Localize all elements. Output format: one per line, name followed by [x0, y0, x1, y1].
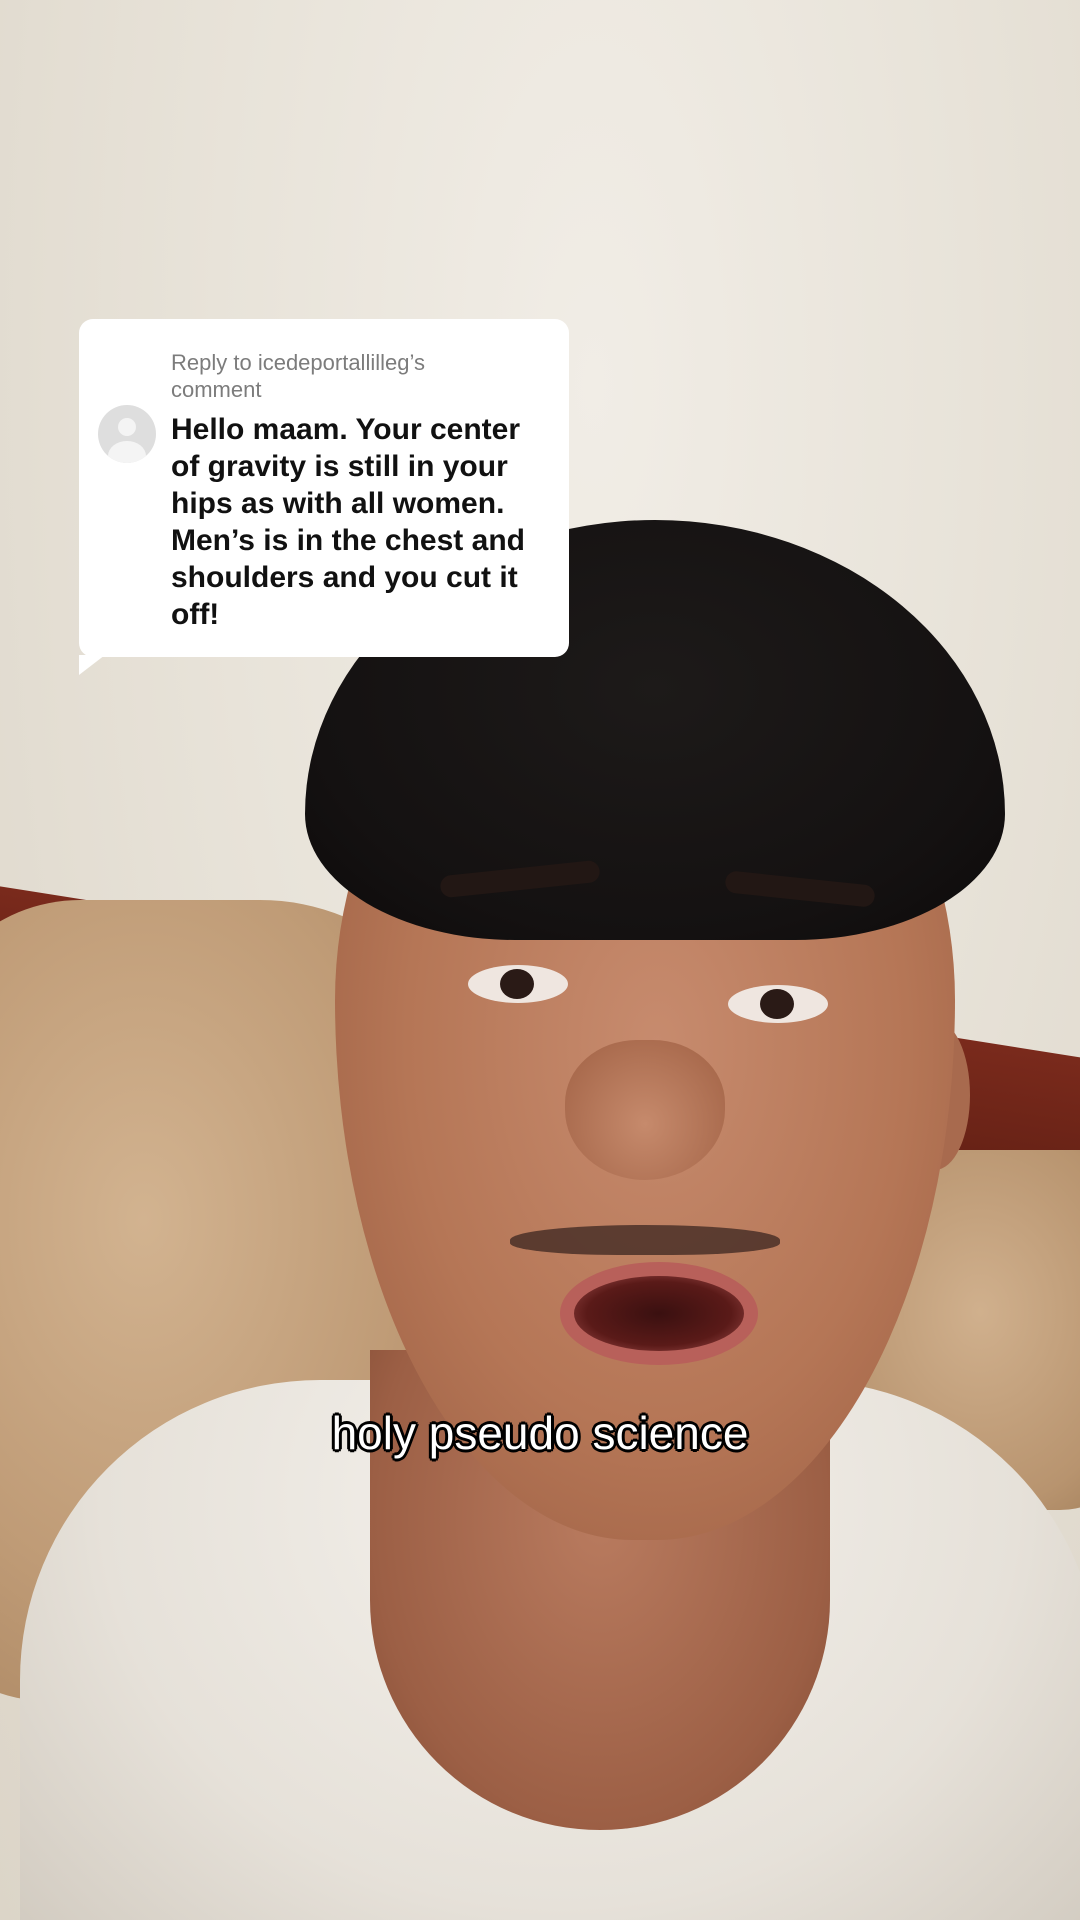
video-frame[interactable]: Reply to icedeportallilleg’s comment Hel…	[0, 0, 1080, 1920]
eye-right	[728, 985, 828, 1023]
comment-text: Hello maam. Your center of gravity is st…	[171, 413, 525, 631]
reply-comment-sticker[interactable]: Reply to icedeportallilleg’s comment Hel…	[79, 319, 569, 675]
subtitle-caption: holy pseudo science	[331, 1407, 749, 1459]
avatar-body-shape	[108, 441, 146, 463]
avatar-head-shape	[118, 418, 136, 436]
eye-left	[468, 965, 568, 1003]
nose	[565, 1040, 725, 1180]
reply-to-label-suffix: comment	[171, 377, 262, 402]
default-user-avatar-icon	[98, 405, 156, 463]
mustache	[510, 1225, 780, 1255]
reply-to-label-prefix: Reply to icedeportallilleg’s	[171, 350, 425, 375]
reply-to-label: Reply to icedeportallilleg’s comment	[171, 349, 549, 403]
open-mouth	[560, 1262, 758, 1365]
